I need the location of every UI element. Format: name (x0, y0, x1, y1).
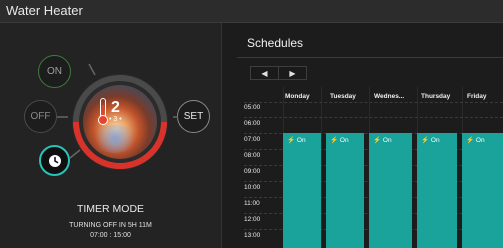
schedule-block-tuesday[interactable]: ⚡ On (326, 133, 364, 248)
dial-subvalue: • 3 • (109, 116, 122, 123)
hour-label: 07:00 (244, 136, 261, 143)
hour-label: 12:00 (244, 216, 261, 223)
thermometer-icon (98, 98, 108, 125)
turning-off-text: TURNING OFF IN 5H 11M (69, 222, 152, 229)
prev-week-button[interactable]: ◀ (251, 67, 279, 79)
column-divider (321, 87, 322, 248)
schedule-block-wednesday[interactable]: ⚡ On (369, 133, 412, 248)
schedule-block-thursday[interactable]: ⚡ On (417, 133, 457, 248)
hour-line (244, 117, 503, 118)
hour-label: 13:00 (244, 232, 261, 239)
day-header-monday: Monday (285, 93, 310, 100)
next-week-button[interactable]: ▶ (279, 67, 306, 79)
hour-label: 05:00 (244, 104, 261, 111)
time-range: 07:00 : 15:00 (90, 232, 131, 239)
schedule-block-friday[interactable]: ⚡ On (462, 133, 503, 248)
schedules-title: Schedules (247, 36, 304, 50)
block-label: ⚡ On (421, 137, 440, 144)
mode-label: TIMER MODE (76, 203, 145, 215)
schedule-block-monday[interactable]: ⚡ On (283, 133, 321, 248)
block-label: ⚡ On (373, 137, 392, 144)
day-header-thursday: Thursday (421, 93, 451, 100)
hour-label: 11:00 (244, 200, 260, 207)
day-header-tuesday: Tuesday (330, 93, 356, 100)
day-header-friday: Friday (467, 93, 487, 100)
hour-label: 10:00 (244, 184, 261, 191)
schedules-divider (237, 57, 503, 58)
hour-line (244, 102, 503, 103)
block-label: ⚡ On (330, 137, 349, 144)
block-label: ⚡ On (466, 137, 485, 144)
hour-label: 06:00 (244, 120, 261, 127)
temperature-dial[interactable]: 2 • 3 • (67, 69, 173, 175)
block-label: ⚡ On (287, 137, 306, 144)
hour-label: 08:00 (244, 152, 261, 159)
day-header-wednesday: Wednes... (374, 93, 405, 100)
week-nav: ◀ ▶ (250, 66, 307, 80)
hour-label: 09:00 (244, 168, 261, 175)
dial-value: 2 (111, 99, 120, 116)
